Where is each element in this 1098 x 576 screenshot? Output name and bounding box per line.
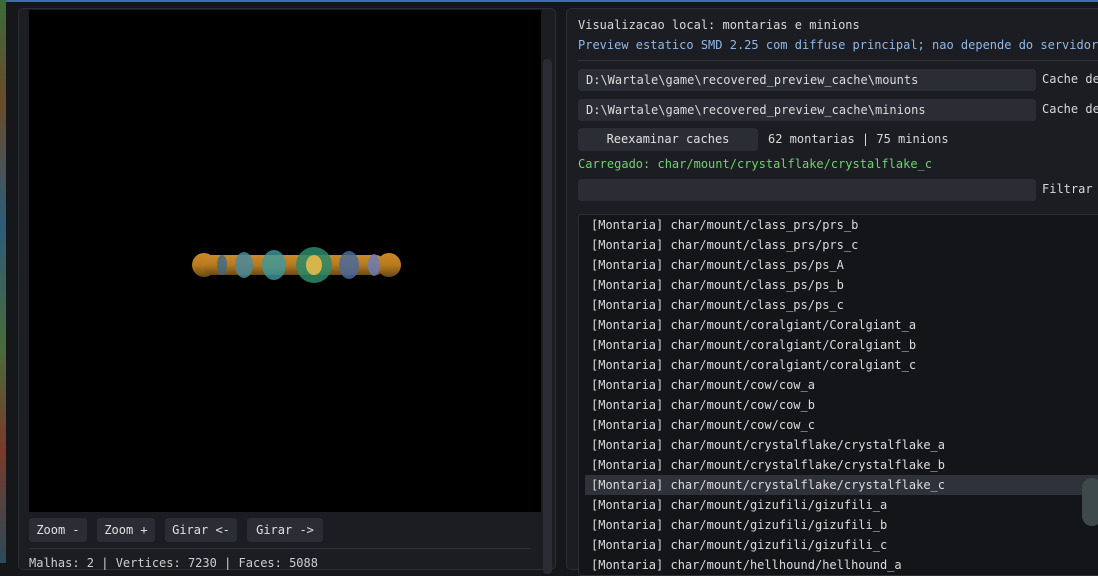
filter-input[interactable] bbox=[578, 179, 1036, 201]
preview-scrollbar[interactable] bbox=[543, 59, 552, 574]
panel-subtitle: Preview estatico SMD 2.25 com diffuse pr… bbox=[578, 38, 1098, 52]
rotate-left-button[interactable]: Girar <- bbox=[165, 518, 237, 542]
rotate-right-button[interactable]: Girar -> bbox=[247, 518, 323, 542]
list-item[interactable]: [Montaria] char/mount/class_ps/ps_b bbox=[585, 275, 1098, 295]
list-item[interactable]: [Montaria] char/mount/class_ps/ps_A bbox=[585, 255, 1098, 275]
list-item[interactable]: [Montaria] char/mount/class_prs/prs_c bbox=[585, 235, 1098, 255]
preview-pane: Zoom - Zoom + Girar <- Girar -> Malhas: … bbox=[18, 8, 556, 574]
list-item[interactable]: [Montaria] char/mount/cow/cow_a bbox=[585, 375, 1098, 395]
separator bbox=[29, 548, 531, 549]
asset-list[interactable]: [Montaria] char/mount/class_prs/prs_b [Mo… bbox=[578, 214, 1098, 576]
list-item[interactable]: [Montaria] char/mount/class_prs/prs_b bbox=[585, 215, 1098, 235]
list-item[interactable]: [Montaria] char/mount/cow/cow_b bbox=[585, 395, 1098, 415]
list-item[interactable]: [Montaria] char/mount/coralgiant/coralgi… bbox=[585, 355, 1098, 375]
rescan-caches-button[interactable]: Reexaminar caches bbox=[578, 128, 758, 151]
list-item[interactable]: [Montaria] char/mount/cow/cow_c bbox=[585, 415, 1098, 435]
loaded-status: Carregado: char/mount/crystalflake/cryst… bbox=[578, 157, 933, 171]
list-item[interactable]: [Montaria] char/mount/gizufili/gizufili_… bbox=[585, 535, 1098, 555]
zoom-in-button[interactable]: Zoom + bbox=[97, 518, 155, 542]
list-item[interactable]: [Montaria] char/mount/coralgiant/Coralgi… bbox=[585, 335, 1098, 355]
separator bbox=[578, 60, 1098, 61]
panel-title: Visualizacao local: montarias e minions bbox=[578, 18, 860, 32]
minions-cache-label: Cache de bbox=[1042, 102, 1098, 116]
cache-counts: 62 montarias | 75 minions bbox=[768, 132, 949, 146]
zoom-out-button[interactable]: Zoom - bbox=[29, 518, 87, 542]
list-item[interactable]: [Montaria] char/mount/gizufili/gizufili_… bbox=[585, 495, 1098, 515]
filter-label: Filtrar bbox=[1042, 182, 1093, 196]
mounts-cache-path-input[interactable]: D:\Wartale\game\recovered_preview_cache\… bbox=[578, 69, 1036, 91]
list-item[interactable]: [Montaria] char/mount/hellhound/hellhoun… bbox=[585, 555, 1098, 575]
window-top-accent bbox=[0, 0, 1098, 2]
model-preview bbox=[192, 247, 401, 283]
list-item[interactable]: [Montaria] char/mount/crystalflake/cryst… bbox=[585, 475, 1098, 495]
mounts-cache-label: Cache de bbox=[1042, 72, 1098, 86]
model-viewport[interactable] bbox=[29, 10, 541, 512]
background-strip bbox=[0, 0, 6, 563]
list-item[interactable]: [Montaria] char/mount/crystalflake/cryst… bbox=[585, 455, 1098, 475]
list-item[interactable]: [Montaria] char/mount/crystalflake/cryst… bbox=[585, 435, 1098, 455]
minions-cache-path-input[interactable]: D:\Wartale\game\recovered_preview_cache\… bbox=[578, 99, 1036, 121]
overlay-icon bbox=[1082, 478, 1098, 526]
list-item[interactable]: [Montaria] char/mount/coralgiant/Coralgi… bbox=[585, 315, 1098, 335]
mesh-stats: Malhas: 2 | Vertices: 7230 | Faces: 5088 bbox=[29, 556, 318, 570]
list-item[interactable]: [Montaria] char/mount/class_ps/ps_c bbox=[585, 295, 1098, 315]
list-item[interactable]: [Montaria] char/mount/gizufili/gizufili_… bbox=[585, 515, 1098, 535]
